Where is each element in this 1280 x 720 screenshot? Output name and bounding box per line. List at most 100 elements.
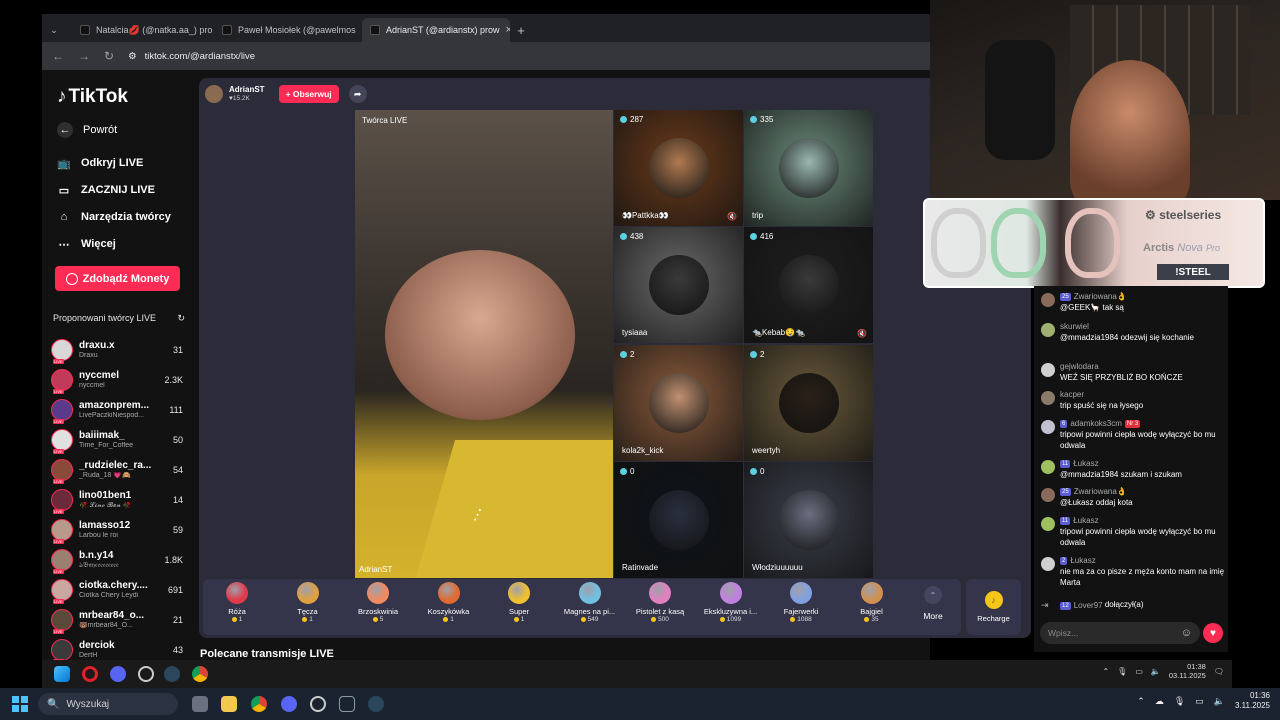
app-window-icon[interactable] xyxy=(339,696,355,712)
avatar[interactable] xyxy=(1041,293,1055,307)
avatar[interactable] xyxy=(1041,557,1055,571)
avatar[interactable] xyxy=(1041,460,1055,474)
chat-username[interactable]: Zwariowana👌 xyxy=(1074,292,1127,303)
browser-tab[interactable]: Natalcia💋 (@natka.aa_) prow × xyxy=(72,18,212,42)
creator-row[interactable]: b.n.y14ঌ𝔅𝔫𝔶𝔢𝔢𝔢𝔢𝔢𝔢𝔢𝔢𝔢 1.8K xyxy=(51,546,183,574)
creator-row[interactable]: amazonprem...LivePaczkiNiespod... 111 xyxy=(51,396,183,424)
windows-start-icon[interactable] xyxy=(54,666,70,682)
avatar[interactable] xyxy=(1041,323,1055,337)
network-icon[interactable]: ▭ xyxy=(1135,667,1143,676)
site-info-icon[interactable]: ⚙ xyxy=(128,51,137,62)
taskbar-search[interactable]: 🔍 Wyszukaj xyxy=(38,693,178,715)
gift-item[interactable]: Fajerwerki 1088 xyxy=(769,582,833,632)
chrome-icon[interactable] xyxy=(192,666,208,682)
chat-username[interactable]: Zwariowana👌 xyxy=(1074,487,1127,498)
opera-icon[interactable] xyxy=(82,666,98,682)
creator-row[interactable]: mrbear84_o...🐻mrbear84_O... 21 xyxy=(51,606,183,634)
gift-item[interactable]: Koszykówka 1 xyxy=(417,582,481,632)
browser-tab[interactable]: Paweł Mosiołek (@pawelmosio × xyxy=(214,18,356,42)
avatar[interactable] xyxy=(1041,488,1055,502)
task-view-icon[interactable] xyxy=(192,696,208,712)
more-gifts-button[interactable]: ⌃ More xyxy=(913,586,953,630)
creator-row[interactable]: draxu.xDraxu 31 xyxy=(51,336,183,364)
sidebar-item-more[interactable]: ⋯ Więcej xyxy=(57,237,116,251)
host-info[interactable]: AdrianST ♥15.2K xyxy=(229,85,265,102)
mic-icon[interactable]: 🎙 xyxy=(1174,696,1185,707)
file-explorer-icon[interactable] xyxy=(221,696,237,712)
notification-icon[interactable]: 🗨 xyxy=(1214,667,1224,676)
discord-icon[interactable] xyxy=(110,666,126,682)
discord-icon[interactable] xyxy=(281,696,297,712)
gift-item[interactable]: Magnes na pi... 549 xyxy=(558,582,622,632)
share-icon[interactable]: ➦ xyxy=(348,85,367,103)
gift-item[interactable]: Pistolet z kasą 500 xyxy=(628,582,692,632)
inner-clock[interactable]: 01:38 03.11.2025 xyxy=(1169,662,1206,681)
chevron-up-icon[interactable]: ⌃ xyxy=(1102,667,1109,676)
reload-icon[interactable]: ↻ xyxy=(104,49,114,63)
guest-tile[interactable]: 438 tysiaaa xyxy=(614,227,743,343)
forward-arrow-icon[interactable]: → xyxy=(78,49,90,63)
get-coins-button[interactable]: Zdobądź Monety xyxy=(55,266,180,291)
creator-row[interactable]: _rudzielec_ra..._Ruda_18 💗🙈 54 xyxy=(51,456,183,484)
gift-item[interactable]: Tęcza 1 xyxy=(276,582,340,632)
chrome-icon[interactable] xyxy=(251,696,267,712)
chat-username[interactable]: Łukasz xyxy=(1073,516,1098,527)
cloud-icon[interactable]: ☁ xyxy=(1155,696,1164,707)
chat-input[interactable]: Wpisz... ☺ xyxy=(1040,622,1200,644)
gift-item[interactable]: Bajgiel 35 xyxy=(840,582,904,632)
volume-icon[interactable]: 🔈 xyxy=(1214,696,1225,707)
new-tab-button[interactable]: + xyxy=(512,18,530,42)
chat-username[interactable]: gejwlodara xyxy=(1060,362,1099,373)
chat-username[interactable]: Łukasz xyxy=(1070,556,1095,567)
guest-tile[interactable]: 335 trip xyxy=(744,110,873,226)
refresh-icon[interactable]: ↻ xyxy=(177,313,185,324)
follow-button[interactable]: + Obserwuj xyxy=(278,85,339,103)
join-user[interactable]: Lover97 xyxy=(1074,601,1103,612)
clock[interactable]: 01:36 3.11.2025 xyxy=(1235,691,1270,712)
creator-row[interactable]: baiiimak_Time_For_Coffee 50 xyxy=(51,426,183,454)
chevron-up-icon[interactable]: ⌃ xyxy=(1137,696,1145,707)
guest-tile[interactable]: 2 kola2k_kick xyxy=(614,345,743,461)
chat-username[interactable]: skurwiel xyxy=(1060,322,1089,333)
steam-icon[interactable] xyxy=(368,696,384,712)
creator-row[interactable]: lamasso12Larbou le roi 59 xyxy=(51,516,183,544)
chat-username[interactable]: kacper xyxy=(1060,390,1084,401)
sidebar-item-creator-tools[interactable]: ⌂ Narzędzia twórcy xyxy=(57,210,171,224)
avatar[interactable] xyxy=(1041,363,1055,377)
close-icon[interactable]: × xyxy=(506,24,510,36)
sidebar-item-discover-live[interactable]: 📺 Odkryj LIVE xyxy=(57,156,143,170)
address-bar[interactable]: ⚙ tiktok.com/@ardianstx/live xyxy=(128,51,255,62)
avatar[interactable] xyxy=(1041,420,1055,434)
sidebar-item-back[interactable]: ← Powrót xyxy=(57,122,117,138)
back-arrow-icon[interactable]: ← xyxy=(52,49,64,63)
chat-username[interactable]: Łukasz xyxy=(1073,459,1098,470)
browser-tab-active[interactable]: AdrianST (@ardianstx) prow × xyxy=(362,18,510,42)
creator-row[interactable]: ciotka.chery....Ciotka Chery Leydi 691 xyxy=(51,576,183,604)
guest-tile[interactable]: 0 Włodziuuuuuu xyxy=(744,462,873,578)
recharge-button[interactable]: ♪ Recharge xyxy=(966,579,1021,635)
app-icon[interactable] xyxy=(310,696,326,712)
guest-tile[interactable]: 287 👀Pattkka👀 🔇 xyxy=(614,110,743,226)
steam-icon[interactable] xyxy=(164,666,180,682)
mic-icon[interactable]: 🎙 xyxy=(1117,667,1127,676)
chat-username[interactable]: adamkoks3cm xyxy=(1070,419,1122,430)
guest-tile[interactable]: 416 🐀Kebab🤤🐀 🔇 xyxy=(744,227,873,343)
network-icon[interactable]: ▭ xyxy=(1195,696,1204,707)
avatar[interactable] xyxy=(1041,517,1055,531)
tiktok-logo[interactable]: ♪ TikTok xyxy=(57,86,128,108)
app-icon[interactable] xyxy=(138,666,154,682)
gift-item[interactable]: Brzoskwinia 5 xyxy=(346,582,410,632)
avatar[interactable] xyxy=(1041,391,1055,405)
volume-icon[interactable]: 🔈 xyxy=(1151,667,1161,676)
gift-item[interactable]: Super 1 xyxy=(487,582,551,632)
tab-list-button[interactable]: ⌄ xyxy=(46,18,62,42)
windows-start-icon[interactable] xyxy=(12,696,28,712)
creator-row[interactable]: nyccmelnyccmel 2.3K xyxy=(51,366,183,394)
avatar[interactable] xyxy=(205,85,223,103)
gift-item[interactable]: Ekskluzywna i... 1099 xyxy=(699,582,763,632)
emoji-icon[interactable]: ☺ xyxy=(1181,627,1192,639)
creator-row[interactable]: lino01ben1🥀 𝓛𝓲𝓷𝓸 𝓑𝓮𝓷 🥀 14 xyxy=(51,486,183,514)
gift-item[interactable]: Róża 1 xyxy=(205,582,269,632)
main-video[interactable]: ⋰ Twórca LIVE AdrianST xyxy=(355,110,613,578)
sidebar-item-start-live[interactable]: ▭ ZACZNIJ LIVE xyxy=(57,183,155,197)
